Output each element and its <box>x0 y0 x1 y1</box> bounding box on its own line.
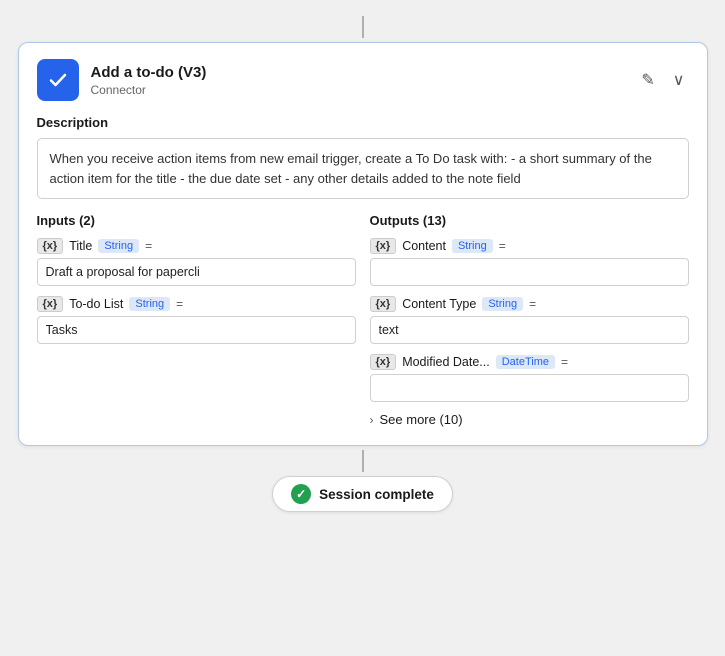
inputs-section-title: Inputs (2) <box>37 213 356 228</box>
session-complete-label: Session complete <box>319 487 434 502</box>
io-section: Inputs (2) {x} Title String = {x} To-do … <box>37 213 689 427</box>
output-modified-badge-row: {x} Modified Date... DateTime = <box>370 354 689 370</box>
card-header: Add a to-do (V3) Connector ✎ ∨ <box>37 59 689 101</box>
connector-title: Add a to-do (V3) <box>91 64 207 81</box>
card-header-right: ✎ ∨ <box>637 68 688 92</box>
collapse-button[interactable]: ∨ <box>669 68 689 92</box>
output-modified-expr: {x} <box>370 354 397 370</box>
output-modified-label: Modified Date... <box>402 355 490 369</box>
output-content-expr: {x} <box>370 238 397 254</box>
output-content-type-label: Content Type <box>402 297 476 311</box>
input-todo-field[interactable] <box>37 316 356 344</box>
output-field-content: {x} Content String = <box>370 238 689 286</box>
connector-icon <box>37 59 79 101</box>
input-todo-type: String <box>129 297 170 311</box>
output-content-badge-row: {x} Content String = <box>370 238 689 254</box>
input-todo-eq: = <box>176 297 183 311</box>
connector-subtitle: Connector <box>91 83 207 97</box>
see-more-chevron-icon: › <box>370 413 374 427</box>
input-title-field[interactable] <box>37 258 356 286</box>
output-content-type: String <box>452 239 493 253</box>
inputs-column: Inputs (2) {x} Title String = {x} To-do … <box>37 213 356 427</box>
description-text: When you receive action items from new e… <box>37 138 689 199</box>
input-title-expr: {x} <box>37 238 64 254</box>
connector-card: Add a to-do (V3) Connector ✎ ∨ Descripti… <box>18 42 708 446</box>
output-content-eq: = <box>499 239 506 253</box>
input-title-type: String <box>98 239 139 253</box>
input-todo-label: To-do List <box>69 297 123 311</box>
output-modified-field[interactable] <box>370 374 689 402</box>
output-content-type-eq: = <box>529 297 536 311</box>
top-connector-line <box>362 16 364 38</box>
output-field-content-type: {x} Content Type String = <box>370 296 689 344</box>
input-field-title: {x} Title String = <box>37 238 356 286</box>
edit-button[interactable]: ✎ <box>637 68 658 92</box>
card-header-left: Add a to-do (V3) Connector <box>37 59 207 101</box>
see-more-label: See more (10) <box>380 412 463 427</box>
connector-info: Add a to-do (V3) Connector <box>91 64 207 97</box>
output-content-type-badge-row: {x} Content Type String = <box>370 296 689 312</box>
outputs-column: Outputs (13) {x} Content String = {x} Co… <box>370 213 689 427</box>
output-modified-eq: = <box>561 355 568 369</box>
session-complete-badge: ✓ Session complete <box>272 476 453 512</box>
output-field-modified-date: {x} Modified Date... DateTime = <box>370 354 689 402</box>
edit-icon: ✎ <box>641 70 654 90</box>
output-content-type-field[interactable] <box>370 316 689 344</box>
output-content-field[interactable] <box>370 258 689 286</box>
input-title-label: Title <box>69 239 92 253</box>
input-title-eq: = <box>145 239 152 253</box>
input-todo-expr: {x} <box>37 296 64 312</box>
input-todo-badge-row: {x} To-do List String = <box>37 296 356 312</box>
input-title-badge-row: {x} Title String = <box>37 238 356 254</box>
output-modified-type: DateTime <box>496 355 555 369</box>
chevron-down-icon: ∨ <box>673 70 685 90</box>
bottom-connector-line <box>362 450 364 472</box>
outputs-section-title: Outputs (13) <box>370 213 689 228</box>
input-field-todo-list: {x} To-do List String = <box>37 296 356 344</box>
output-content-label: Content <box>402 239 446 253</box>
output-content-type-expr: {x} <box>370 296 397 312</box>
see-more-row[interactable]: › See more (10) <box>370 412 689 427</box>
session-check-icon: ✓ <box>291 484 311 504</box>
description-label: Description <box>37 115 689 130</box>
output-content-type-type: String <box>482 297 523 311</box>
